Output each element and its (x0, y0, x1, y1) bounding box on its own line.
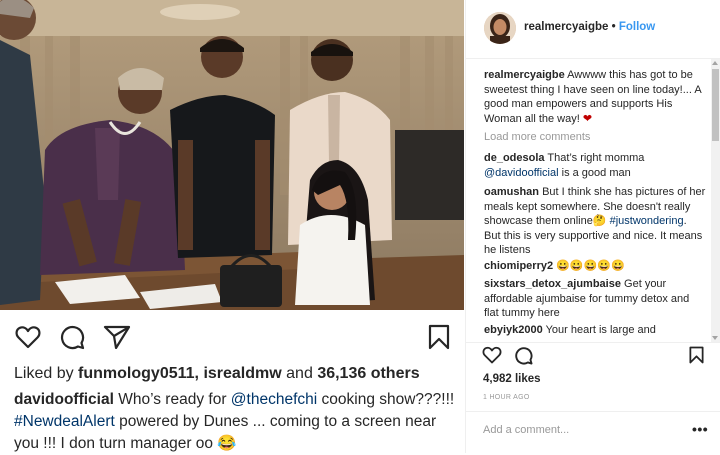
comment-hashtag[interactable]: #justwondering (610, 215, 684, 227)
header-username[interactable]: realmercyaigbe (524, 21, 608, 33)
caption-hashtag[interactable]: #NewdealAlert (14, 413, 115, 430)
avatar-image (484, 12, 516, 44)
share-icon[interactable] (103, 325, 131, 349)
comment-icon[interactable] (59, 324, 85, 350)
post-timestamp[interactable]: 1 HOUR AGO (483, 394, 530, 401)
likes-count[interactable]: 4,982 likes (483, 373, 541, 385)
header-line: realmercyaigbe • Follow (524, 21, 655, 33)
comments-scrollbar[interactable] (711, 59, 720, 342)
comment-username[interactable]: oamushan (484, 186, 539, 198)
comment-text: That’s right momma (547, 152, 645, 164)
liked-others-link[interactable]: 36,136 others (317, 365, 419, 382)
scrollbar-thumb[interactable] (712, 69, 719, 141)
comment-username[interactable]: de_odesola (484, 152, 545, 164)
comment-item: oamushan But I think she has pictures of… (484, 185, 706, 258)
liked-separator: , (194, 365, 199, 382)
comment-text: Your heart is large and (545, 324, 656, 336)
comment-icon[interactable] (514, 346, 533, 365)
comment-username[interactable]: chiomiperry2 (484, 260, 553, 272)
liked-and: and (286, 365, 313, 382)
scroll-up-arrow-icon[interactable] (712, 61, 718, 65)
divider (465, 342, 720, 343)
comments-panel: realmercyaigbe • Follow realmercyaigbe A… (465, 0, 720, 453)
comment-text: 😀😀😀😀😀 (556, 260, 625, 272)
comment-item: de_odesola That’s right momma @davidooff… (484, 151, 706, 180)
post-header: realmercyaigbe • Follow (466, 0, 720, 59)
bookmark-icon[interactable] (428, 324, 450, 350)
comments-list[interactable]: realmercyaigbe Awwww this has got to be … (466, 59, 712, 342)
comment-username[interactable]: realmercyaigbe (484, 69, 565, 81)
caption-text: cooking show???!!! (321, 391, 455, 408)
liked-user-link[interactable]: funmology0511 (78, 365, 194, 382)
comment-text: is a good man (561, 166, 631, 179)
comment-item: chiomiperry2 😀😀😀😀😀 (484, 259, 706, 274)
post-panel: Liked by funmology0511, isrealdmw and 36… (0, 0, 464, 453)
load-more-comments[interactable]: Load more comments (484, 131, 590, 143)
liked-user-link[interactable]: isrealdmw (203, 365, 281, 382)
bookmark-icon[interactable] (689, 346, 704, 364)
follow-button[interactable]: Follow (619, 21, 655, 33)
heart-icon[interactable] (482, 346, 502, 364)
comment-username[interactable]: sixstars_detox_ajumbaise (484, 278, 621, 290)
heart-icon[interactable] (15, 325, 41, 349)
header-dot: • (611, 21, 616, 33)
comment-mention[interactable]: @davidoofficial (484, 167, 559, 179)
author-caption: realmercyaigbe Awwww this has got to be … (484, 68, 706, 126)
heart-emoji: ❤ (582, 112, 593, 125)
post-photo-illustration (0, 0, 464, 310)
comment-username[interactable]: ebyiyk2000 (484, 324, 543, 336)
scroll-down-arrow-icon[interactable] (712, 336, 718, 340)
comment-item: ebyiyk2000 Your heart is large and (484, 323, 706, 338)
avatar[interactable] (484, 12, 516, 44)
post-photo[interactable] (0, 0, 464, 310)
likes-line: Liked by funmology0511, isrealdmw and 36… (14, 365, 420, 383)
add-comment-input[interactable]: Add a comment... (483, 424, 569, 436)
liked-prefix: Liked by (14, 365, 74, 382)
laughing-emoji: 😂 (217, 435, 237, 452)
caption-username[interactable]: davidoofficial (14, 391, 114, 408)
post-caption: davidoofficial Who’s ready for @thechefc… (14, 389, 456, 455)
comment-item: sixstars_detox_ajumbaise Get your afford… (484, 277, 706, 321)
more-options-icon[interactable]: ••• (692, 421, 708, 437)
caption-text: Who’s ready for (118, 391, 227, 408)
caption-mention[interactable]: @thechefchi (231, 391, 317, 408)
divider (465, 411, 720, 412)
